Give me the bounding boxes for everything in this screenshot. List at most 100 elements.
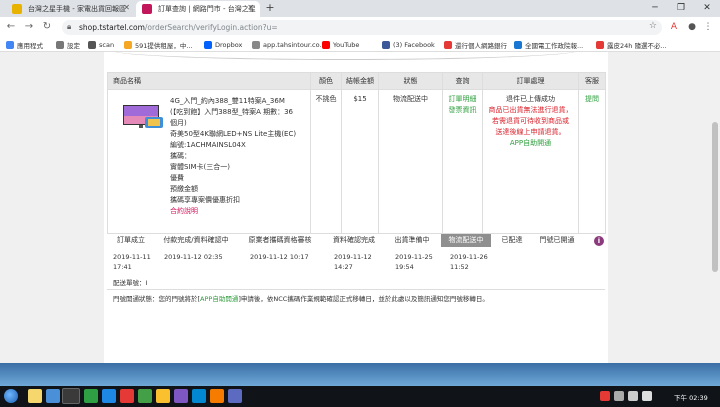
profile-icon[interactable]: ● [686, 21, 698, 33]
product-description: 4G_入門_約內388_雙11特案A_36M (【吃到飽】入門388型_特案A … [170, 96, 308, 217]
handling-line: 若需退貨可待收到商品或 [492, 117, 569, 125]
menu-icon[interactable]: ⋮ [702, 21, 714, 33]
gear-icon [56, 41, 64, 49]
order-detail-link[interactable]: 訂單明細 [443, 94, 482, 105]
adobe-extension-icon[interactable]: A [668, 21, 680, 33]
scroll-thumb[interactable] [712, 122, 718, 272]
close-window-icon[interactable]: ✕ [694, 0, 720, 17]
product-line: 優費 [170, 174, 184, 182]
chrome-taskbar-icon[interactable] [62, 388, 80, 404]
progress-step: 出貨準備中 [394, 236, 430, 244]
minimize-icon[interactable]: ─ [642, 0, 668, 17]
network-icon[interactable] [628, 391, 638, 401]
handling-line: 退件已上傳成功 [506, 95, 555, 103]
line-icon[interactable] [84, 389, 98, 403]
query-cell: 訂單明細 發票資訊 [442, 89, 483, 234]
app-icon[interactable] [102, 389, 116, 403]
bookmark-star-icon[interactable]: ☆ [649, 21, 657, 31]
tab-order-search[interactable]: 訂單查詢 | 網路門市 - 台灣之星 ✕ [136, 1, 260, 17]
handling-line: 送達後線上申請退貨。 [495, 128, 566, 136]
header-status: 狀態 [378, 72, 443, 90]
product-image [123, 105, 163, 128]
info-icon[interactable]: i [594, 236, 604, 246]
bookmark-bank[interactable]: 還行個人網路銀行 [444, 40, 507, 50]
app-icon[interactable] [174, 389, 188, 403]
globe-icon [252, 41, 260, 49]
step-time: 2019-11-26 11:52 [450, 253, 488, 271]
volume-icon[interactable] [642, 391, 652, 401]
app-icon[interactable] [192, 389, 206, 403]
bookmark-tahsintour[interactable]: app.tahsintour.co... [252, 40, 326, 50]
bookmark-apps[interactable]: 應用程式 [6, 40, 43, 50]
vertical-scrollbar[interactable] [710, 52, 720, 363]
maximize-icon[interactable]: ❐ [668, 0, 694, 17]
tab-taiwan-star-forum[interactable]: 台灣之星手機 - 家電出貨回報區 ✕ [6, 1, 136, 17]
close-tab-icon[interactable]: ✕ [123, 3, 130, 12]
tab-strip: 台灣之星手機 - 家電出貨回報區 ✕ 訂單查詢 | 網路門市 - 台灣之星 ✕ … [0, 0, 720, 17]
desktop-background [0, 363, 720, 386]
app-icon[interactable] [156, 389, 170, 403]
status-cell: 物流配送中 [378, 89, 443, 234]
tab-favicon-icon [12, 4, 22, 14]
lock-icon: 🔒︎ [67, 22, 72, 31]
product-line: 預繳金額 [170, 185, 198, 193]
facebook-icon [382, 41, 390, 49]
app-activation-link[interactable]: APP自助開通 [483, 138, 578, 149]
address-bar[interactable]: 🔒︎ shop.tstartel.com/orderSearch/verifyL… [62, 20, 662, 35]
bookmark-settings[interactable]: 設定 [56, 40, 80, 50]
table-header-row: 商品名稱 顏色 結帳金額 狀態 查詢 訂單處理 客服 [107, 72, 606, 90]
bookmark-youtube[interactable]: YouTube [322, 40, 359, 50]
tab-title: 台灣之星手機 - 家電出貨回報區 [28, 5, 126, 13]
bookmark-dropbox[interactable]: Dropbox [204, 40, 242, 50]
bookmark-24h[interactable]: 露皮24h 隨選不必... [596, 40, 667, 50]
page-content: 商品名稱 顏色 結帳金額 狀態 查詢 訂單處理 客服 不挑色 $15 物流配送中… [0, 52, 710, 363]
delivery-number: 配送單號：I [113, 277, 212, 287]
step-time: 2019-11-12 10:17 [250, 253, 309, 261]
bookmark-591[interactable]: 591提供租屋，中... [124, 40, 193, 50]
progress-step: 已配達 [501, 236, 523, 244]
header-product: 商品名稱 [107, 72, 311, 90]
progress-step: 付款完成/資料確認中 [163, 236, 229, 244]
product-line: 攜碼享專案價優惠折扣 [170, 196, 240, 204]
progress-step: 原業者攜碼資格審核 [248, 236, 312, 244]
bookmark-facebook[interactable]: (3) Facebook [382, 40, 435, 50]
app-icon[interactable] [120, 389, 134, 403]
product-line: 個月) [170, 119, 187, 127]
progress-step: 資料確認完成 [333, 236, 375, 244]
app-activation-inline-link[interactable]: APP自助開通 [200, 295, 238, 303]
bookmark-scan[interactable]: scan [88, 40, 114, 50]
header-color: 顏色 [310, 72, 342, 90]
new-tab-button[interactable]: + [263, 2, 277, 15]
step-time: 2019-11-25 19:54 [395, 253, 433, 271]
header-handling: 訂單處理 [482, 72, 579, 90]
amount-cell: $15 [341, 89, 379, 234]
start-button[interactable] [4, 389, 18, 403]
product-line: (【吃到飽】入門388型_特案A 期數：36 [170, 108, 294, 116]
product-line: 奇美50型4K聯網LED+NS Lite主機(EC) [170, 130, 297, 138]
progress-step: 門號已開通 [539, 236, 575, 244]
tray-icon[interactable] [614, 391, 624, 401]
close-tab-icon[interactable]: ✕ [247, 3, 254, 12]
app-icon[interactable] [228, 389, 242, 403]
tab-favicon-icon [142, 4, 152, 14]
invoice-info-link[interactable]: 發票資訊 [443, 105, 482, 116]
reload-icon[interactable]: ↻ [40, 20, 54, 34]
contract-terms-link[interactable]: 合約說明 [170, 206, 308, 217]
file-explorer-icon[interactable] [28, 389, 42, 403]
dropbox-icon [204, 41, 212, 49]
color-cell: 不挑色 [310, 89, 342, 234]
bookmark-gov[interactable]: 全國電工作政院報... [514, 40, 583, 50]
tab-title: 訂單查詢 | 網路門市 - 台灣之星 [158, 5, 256, 13]
ask-question-link[interactable]: 提問 [579, 94, 605, 105]
clock[interactable]: 下午 02:39 [674, 392, 708, 402]
youtube-icon [322, 41, 330, 49]
app-icon[interactable] [210, 389, 224, 403]
header-amount: 結帳金額 [341, 72, 379, 90]
back-icon[interactable]: ← [4, 20, 18, 34]
shop-icon [596, 41, 604, 49]
tray-icon[interactable] [600, 391, 610, 401]
forward-icon[interactable]: → [22, 20, 36, 34]
media-icon[interactable] [46, 389, 60, 403]
app-icon[interactable] [138, 389, 152, 403]
step-time: 2019-11-12 02:35 [164, 253, 223, 261]
